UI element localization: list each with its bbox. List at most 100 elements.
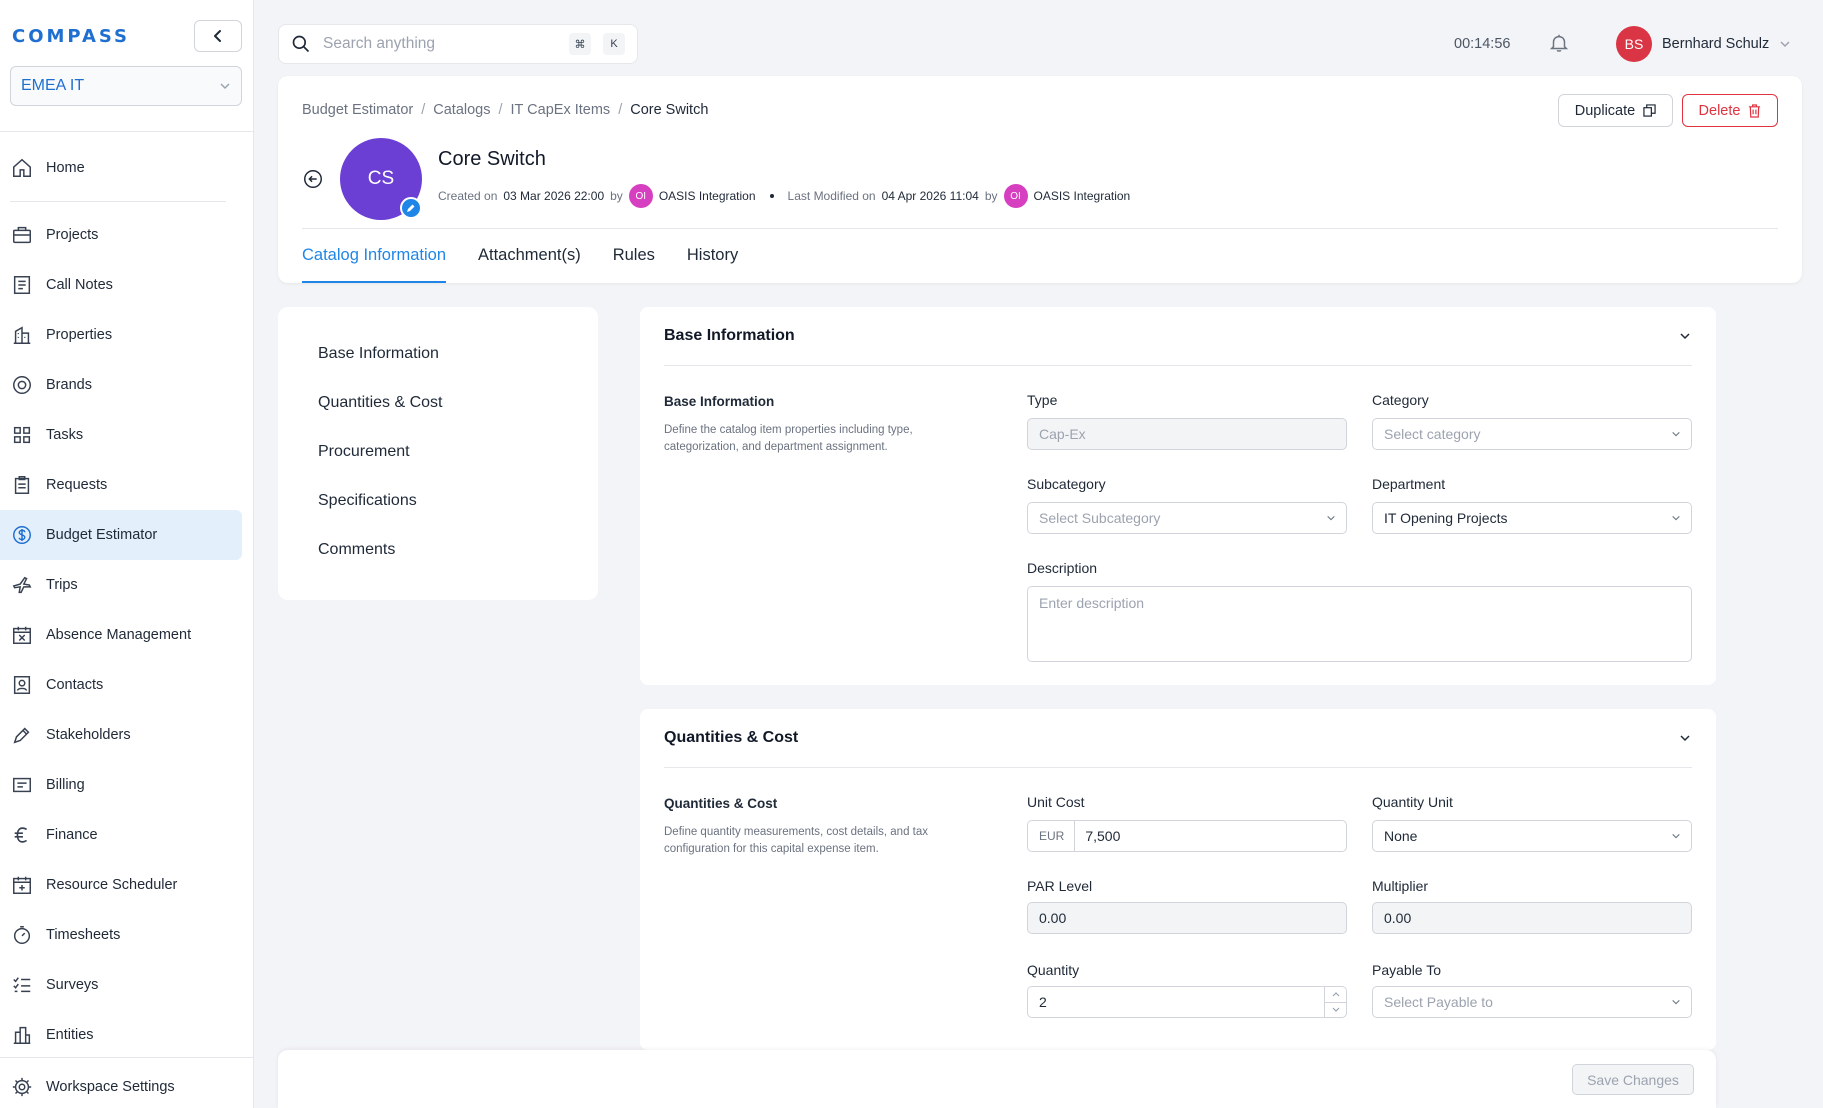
trash-icon xyxy=(1749,103,1761,118)
section-link-comments[interactable]: Comments xyxy=(278,525,598,574)
sidebar-item-surveys[interactable]: Surveys xyxy=(0,960,242,1010)
sidebar-item-billing[interactable]: Billing xyxy=(0,760,242,810)
category-label: Category xyxy=(1372,392,1429,408)
sidebar-item-absence-management[interactable]: Absence Management xyxy=(0,610,242,660)
panel-title: Quantities & Cost xyxy=(664,729,799,746)
description-textarea[interactable] xyxy=(1027,586,1692,662)
separator-dot xyxy=(769,194,774,198)
item-metadata: Created on 03 Mar 2026 22:00 by OI OASIS… xyxy=(438,184,1130,208)
tab-catalog-information[interactable]: Catalog Information xyxy=(302,228,446,283)
bell-icon xyxy=(1549,34,1569,52)
base-information-panel: Base Information Base Information Define… xyxy=(640,307,1716,685)
sidebar-item-projects[interactable]: Projects xyxy=(0,210,242,260)
sidebar-item-workspace-settings[interactable]: Workspace Settings xyxy=(0,1062,242,1108)
save-changes-button[interactable]: Save Changes xyxy=(1572,1064,1694,1095)
delete-button[interactable]: Delete xyxy=(1682,94,1778,127)
duplicate-button[interactable]: Duplicate xyxy=(1558,94,1673,127)
search-input[interactable] xyxy=(323,35,557,53)
subcategory-label: Subcategory xyxy=(1027,476,1106,492)
panel-header[interactable]: Base Information xyxy=(640,307,1716,365)
department-select[interactable]: IT Opening Projects xyxy=(1372,502,1692,534)
subcategory-select[interactable]: Select Subcategory xyxy=(1027,502,1347,534)
section-link-specifications[interactable]: Specifications xyxy=(278,476,598,525)
arrow-left-circle-icon xyxy=(304,170,322,188)
sidebar-item-brands[interactable]: Brands xyxy=(0,360,242,410)
duplicate-button-label: Duplicate xyxy=(1574,102,1636,119)
edit-avatar-button[interactable] xyxy=(400,197,422,219)
modified-on-value: 04 Apr 2026 11:04 xyxy=(881,189,979,203)
sidebar-item-finance[interactable]: Finance xyxy=(0,810,242,860)
sidebar-item-label: Trips xyxy=(46,577,78,593)
panel-header[interactable]: Quantities & Cost xyxy=(640,709,1716,767)
type-value: Cap-Ex xyxy=(1039,426,1086,442)
description-input[interactable] xyxy=(1039,595,1680,611)
sidebar-item-label: Surveys xyxy=(46,977,99,993)
dollar-icon xyxy=(10,523,34,547)
breadcrumb-link[interactable]: IT CapEx Items xyxy=(511,102,611,118)
building-icon xyxy=(10,323,34,347)
back-button[interactable] xyxy=(302,168,324,194)
calendar-x-icon xyxy=(10,623,34,647)
increment-button[interactable] xyxy=(1325,987,1346,1002)
tab-history[interactable]: History xyxy=(687,228,738,283)
gear-icon xyxy=(10,1075,34,1099)
quantity-stepper[interactable]: 2 xyxy=(1027,986,1347,1018)
chevron-left-icon xyxy=(214,30,221,42)
page-title: Core Switch xyxy=(438,148,546,170)
org-select[interactable]: EMEA IT xyxy=(10,66,242,106)
section-link-quantities-cost[interactable]: Quantities & Cost xyxy=(278,378,598,427)
quantities-cost-panel: Quantities & Cost Quantities & Cost Defi… xyxy=(640,709,1716,1050)
chevron-down-icon xyxy=(1672,515,1680,521)
sidebar-item-label: Finance xyxy=(46,827,98,843)
type-label: Type xyxy=(1027,392,1058,408)
sidebar-item-label: Budget Estimator xyxy=(46,527,158,543)
section-link-procurement[interactable]: Procurement xyxy=(278,427,598,476)
multiplier-label: Multiplier xyxy=(1372,878,1429,894)
tab-rules[interactable]: Rules xyxy=(613,228,655,283)
panel-divider xyxy=(664,767,1692,768)
sidebar-item-entities[interactable]: Entities xyxy=(0,1010,242,1060)
section-link-base-information[interactable]: Base Information xyxy=(278,329,598,378)
global-search[interactable]: ⌘ K xyxy=(278,24,638,64)
sidebar-item-call-notes[interactable]: Call Notes xyxy=(0,260,242,310)
chevron-down-icon[interactable] xyxy=(1678,731,1692,745)
pencil-icon xyxy=(407,204,415,212)
created-on-value: 03 Mar 2026 22:00 xyxy=(503,189,605,203)
sidebar-item-trips[interactable]: Trips xyxy=(0,560,242,610)
sidebar-item-requests[interactable]: Requests xyxy=(0,460,242,510)
notifications-button[interactable] xyxy=(1548,32,1570,58)
user-name: Bernhard Schulz xyxy=(1662,36,1770,52)
sidebar-item-properties[interactable]: Properties xyxy=(0,310,242,360)
sidebar-item-contacts[interactable]: Contacts xyxy=(0,660,242,710)
payable-to-select[interactable]: Select Payable to xyxy=(1372,986,1692,1018)
chevron-down-icon xyxy=(1672,999,1680,1005)
modifier-name: OASIS Integration xyxy=(1033,189,1131,203)
collapse-sidebar-button[interactable] xyxy=(194,20,242,52)
sidebar-item-budget-estimator[interactable]: Budget Estimator xyxy=(0,510,242,560)
breadcrumb-link[interactable]: Catalogs xyxy=(433,102,490,118)
breadcrumb-link[interactable]: Budget Estimator xyxy=(302,102,413,118)
clipboard-icon xyxy=(10,473,34,497)
unit-cost-field[interactable]: EUR 7,500 xyxy=(1027,820,1347,852)
quantity-unit-label: Quantity Unit xyxy=(1372,794,1453,810)
chevron-down-icon[interactable] xyxy=(1678,329,1692,343)
par-level-value: 0.00 xyxy=(1039,910,1067,926)
decrement-button[interactable] xyxy=(1325,1001,1346,1018)
sidebar-divider xyxy=(0,1057,254,1058)
tab-attachments[interactable]: Attachment(s) xyxy=(478,228,581,283)
delete-button-label: Delete xyxy=(1698,102,1741,119)
sidebar-item-label: Billing xyxy=(46,777,85,793)
category-select[interactable]: Select category xyxy=(1372,418,1692,450)
sidebar-item-tasks[interactable]: Tasks xyxy=(0,410,242,460)
user-menu[interactable]: BS Bernhard Schulz xyxy=(1616,26,1791,62)
sidebar-item-stakeholders[interactable]: Stakeholders xyxy=(0,710,242,760)
sidebar-item-resource-scheduler[interactable]: Resource Scheduler xyxy=(0,860,242,910)
sidebar-item-timesheets[interactable]: Timesheets xyxy=(0,910,242,960)
quantity-unit-select[interactable]: None xyxy=(1372,820,1692,852)
sidebar-item-home[interactable]: Home xyxy=(0,143,242,193)
stopwatch-icon xyxy=(10,923,34,947)
unit-cost-value: 7,500 xyxy=(1085,828,1121,844)
modified-on-label: Last Modified on xyxy=(787,189,876,203)
sidebar-item-label: Call Notes xyxy=(46,277,113,293)
par-level-field: 0.00 xyxy=(1027,902,1347,934)
